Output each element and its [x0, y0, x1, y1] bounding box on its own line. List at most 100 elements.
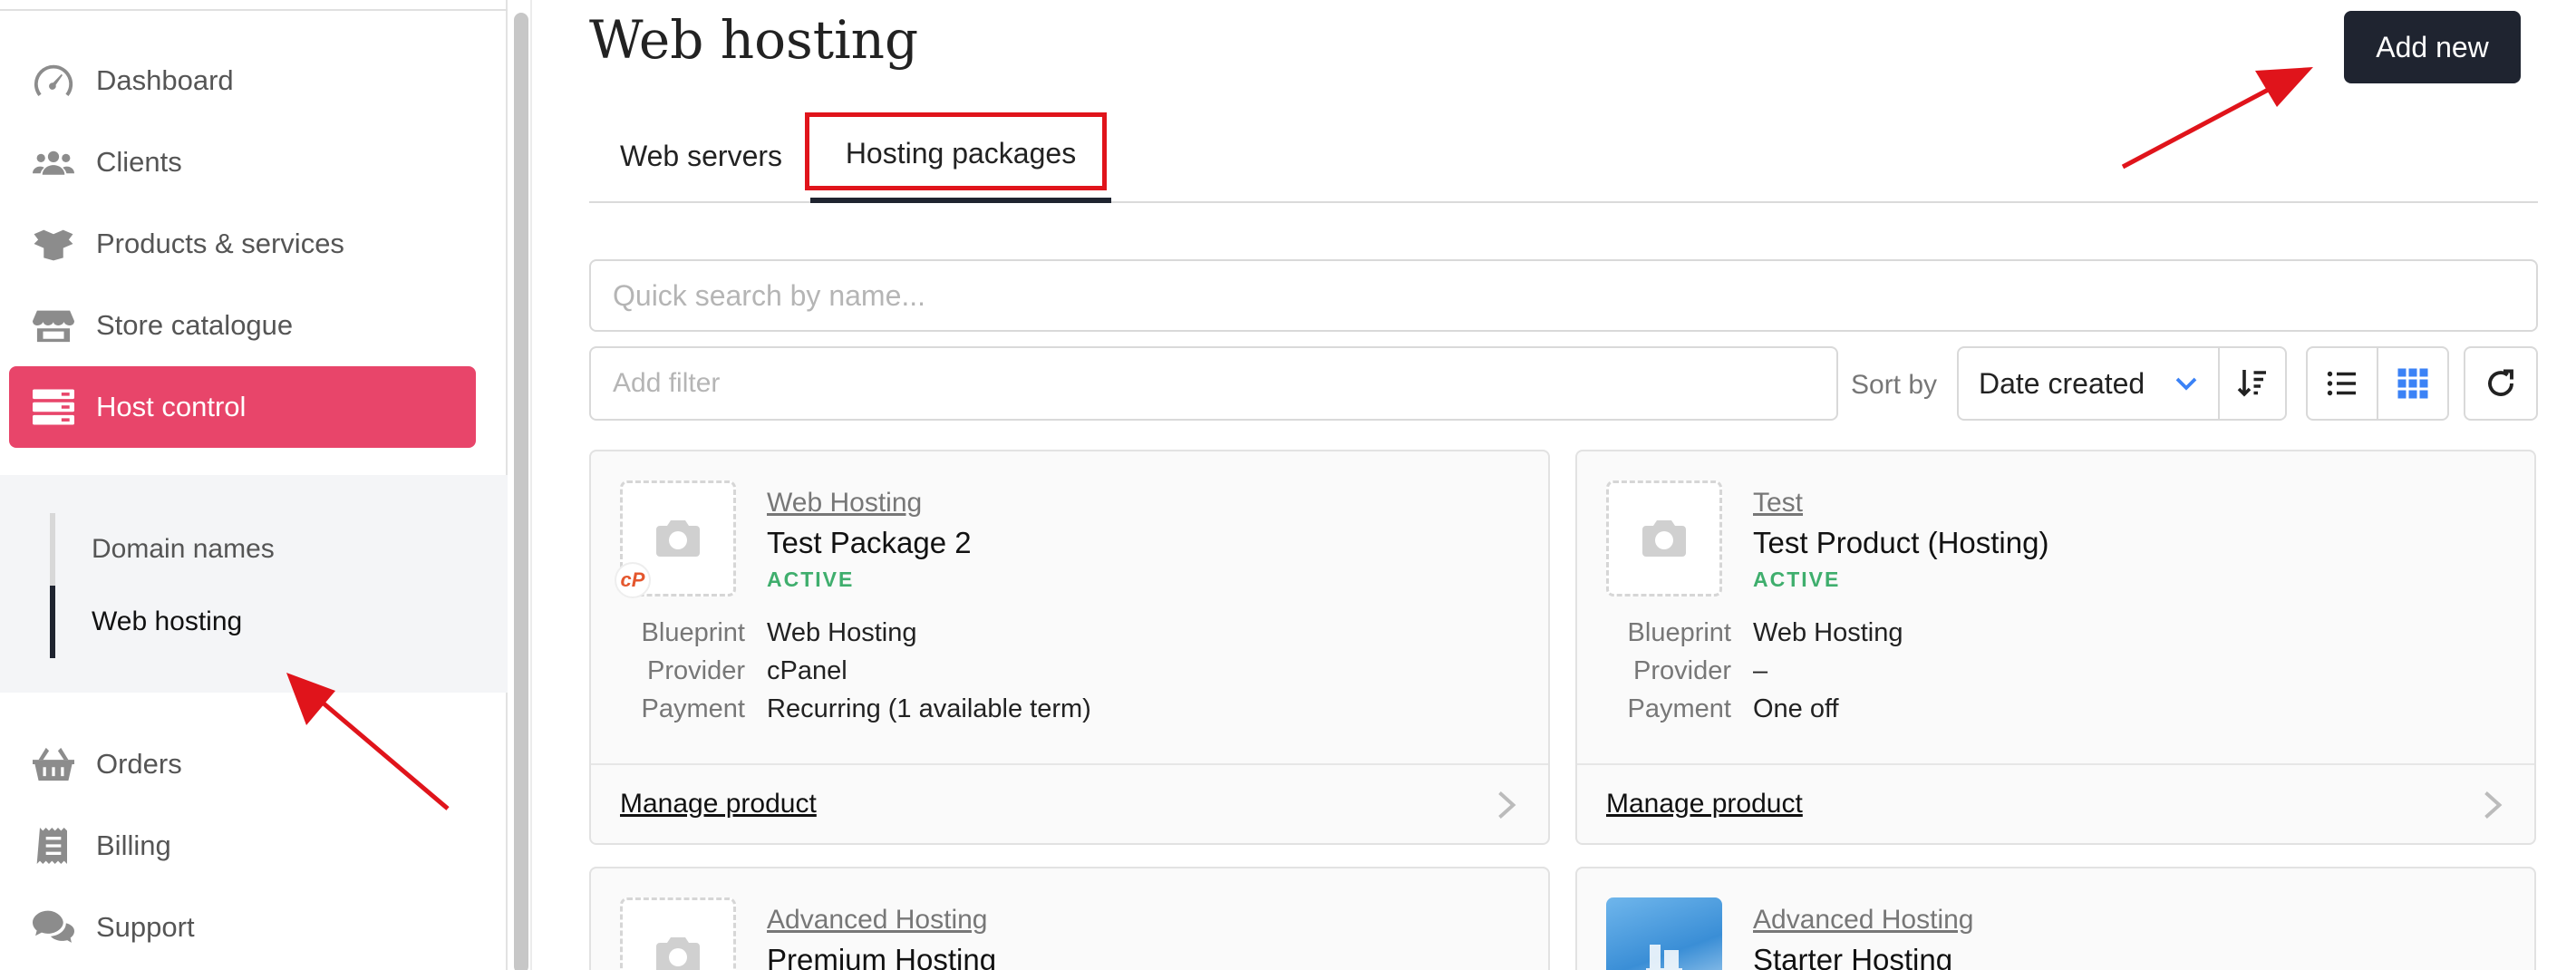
- sidebar-item-label: Orders: [96, 748, 182, 780]
- product-name: Test Product (Hosting): [1753, 526, 2049, 559]
- meta-row: Payment Recurring (1 available term): [591, 694, 1548, 732]
- status-badge: ACTIVE: [1753, 567, 1841, 591]
- sidebar-item-label: Products & services: [96, 228, 344, 259]
- meta-key: Blueprint: [1627, 618, 1731, 647]
- sort-direction-button[interactable]: [2218, 346, 2287, 421]
- status-badge: ACTIVE: [767, 567, 855, 591]
- meta-value: –: [1753, 656, 1768, 685]
- search-input[interactable]: [589, 259, 2538, 332]
- camera-icon: [656, 937, 700, 970]
- chevron-right-icon[interactable]: [1492, 789, 1521, 821]
- product-category-link[interactable]: Test: [1753, 488, 1803, 519]
- product-card: Test Test Product (Hosting) ACTIVE Bluep…: [1575, 450, 2536, 845]
- meta-row: Payment One off: [1577, 694, 2534, 732]
- filter-input[interactable]: [589, 346, 1838, 421]
- sidebar: Dashboard Clients Products & services St…: [0, 0, 508, 970]
- sidebar-item-label: Store catalogue: [96, 309, 294, 341]
- sidebar-item-products-services[interactable]: Products & services: [9, 203, 476, 285]
- subnav-item-label: Domain names: [92, 534, 275, 564]
- camera-icon: [656, 520, 700, 557]
- meta-row: Provider cPanel: [591, 656, 1548, 694]
- product-category-link[interactable]: Web Hosting: [767, 488, 922, 519]
- product-name: Test Package 2: [767, 526, 972, 559]
- chat-icon: [31, 909, 76, 946]
- tab-label: Web servers: [620, 139, 783, 172]
- tab-hosting-packages[interactable]: Hosting packages: [810, 109, 1111, 203]
- product-name: Premium Hosting: [767, 943, 997, 970]
- meta-row: Blueprint Web Hosting: [1577, 618, 2534, 656]
- meta-key: Provider: [1633, 656, 1731, 685]
- sidebar-item-host-control[interactable]: Host control: [9, 366, 476, 448]
- sidebar-item-dashboard[interactable]: Dashboard: [9, 40, 476, 121]
- meta-row: Blueprint Web Hosting: [591, 618, 1548, 656]
- refresh-button[interactable]: [2464, 346, 2538, 421]
- list-view-button[interactable]: [2306, 346, 2378, 421]
- product-card: Advanced Hosting Starter Hosting: [1575, 867, 2536, 970]
- list-icon: [2327, 371, 2356, 396]
- chevron-down-icon: [2175, 377, 2197, 391]
- camera-icon: [1642, 520, 1686, 557]
- grid-icon: [2397, 368, 2428, 399]
- meta-value: Web Hosting: [767, 618, 917, 647]
- tab-web-servers[interactable]: Web servers: [620, 109, 782, 203]
- users-icon: [31, 144, 76, 180]
- product-card: cP Web Hosting Test Package 2 ACTIVE Blu…: [589, 450, 1550, 845]
- sidebar-item-label: Support: [96, 911, 195, 943]
- sidebar-item-label: Host control: [96, 391, 247, 422]
- product-thumbnail: [620, 897, 736, 970]
- tab-label: Hosting packages: [845, 136, 1077, 170]
- sidebar-scrollbar[interactable]: [514, 13, 528, 970]
- subnav-item-label: Web hosting: [92, 606, 243, 636]
- store-icon: [31, 307, 76, 344]
- sidebar-item-label: Clients: [96, 146, 182, 178]
- sidebar-divider: [530, 0, 532, 970]
- chevron-right-icon[interactable]: [2478, 789, 2507, 821]
- tab-bar: Web servers Hosting packages: [589, 109, 2538, 203]
- meta-key: Payment: [641, 694, 745, 723]
- meta-key: Provider: [647, 656, 745, 685]
- subnav-item-web-hosting[interactable]: Web hosting: [50, 586, 242, 658]
- basket-icon: [31, 746, 76, 782]
- page-title: Web hosting: [589, 9, 919, 71]
- meta-key: Payment: [1627, 694, 1731, 723]
- product-category-link[interactable]: Advanced Hosting: [767, 905, 988, 936]
- manage-product-link[interactable]: Manage product: [1606, 789, 1803, 820]
- server-rack-illustration-icon: [1646, 945, 1682, 970]
- grid-view-button[interactable]: [2377, 346, 2449, 421]
- cpanel-logo-icon: cP: [615, 562, 651, 598]
- sidebar-item-orders[interactable]: Orders: [9, 723, 476, 805]
- meta-row: Provider –: [1577, 656, 2534, 694]
- product-category-link[interactable]: Advanced Hosting: [1753, 905, 1974, 936]
- gauge-icon: [31, 63, 76, 99]
- product-thumbnail: [1606, 480, 1722, 597]
- product-image: [1606, 897, 1722, 970]
- meta-value: One off: [1753, 694, 1839, 723]
- server-icon: [31, 389, 76, 425]
- sidebar-top-border: [0, 9, 508, 11]
- sidebar-item-label: Dashboard: [96, 64, 234, 96]
- card-divider: [1577, 763, 2534, 765]
- meta-key: Blueprint: [641, 618, 745, 647]
- sidebar-subnav: Domain names Web hosting: [0, 475, 508, 693]
- product-card: Advanced Hosting Premium Hosting: [589, 867, 1550, 970]
- sort-descending-icon: [2237, 370, 2266, 397]
- sidebar-item-label: Billing: [96, 829, 171, 861]
- card-divider: [591, 763, 1548, 765]
- receipt-icon: [31, 828, 76, 864]
- sort-select-value: Date created: [1979, 366, 2145, 400]
- sidebar-item-support[interactable]: Support: [9, 887, 476, 968]
- sidebar-item-clients[interactable]: Clients: [9, 121, 476, 203]
- box-icon: [31, 226, 76, 262]
- meta-value: Recurring (1 available term): [767, 694, 1091, 723]
- sort-select[interactable]: Date created: [1957, 346, 2220, 421]
- sidebar-item-billing[interactable]: Billing: [9, 805, 476, 887]
- meta-value: cPanel: [767, 656, 847, 685]
- sidebar-item-store-catalogue[interactable]: Store catalogue: [9, 285, 476, 366]
- manage-product-link[interactable]: Manage product: [620, 789, 817, 820]
- add-new-button[interactable]: Add new: [2344, 11, 2521, 83]
- product-name: Starter Hosting: [1753, 943, 1953, 970]
- subnav-item-domain-names[interactable]: Domain names: [50, 513, 275, 586]
- refresh-icon: [2488, 369, 2513, 396]
- sort-label: Sort by: [1851, 370, 1938, 400]
- meta-value: Web Hosting: [1753, 618, 1903, 647]
